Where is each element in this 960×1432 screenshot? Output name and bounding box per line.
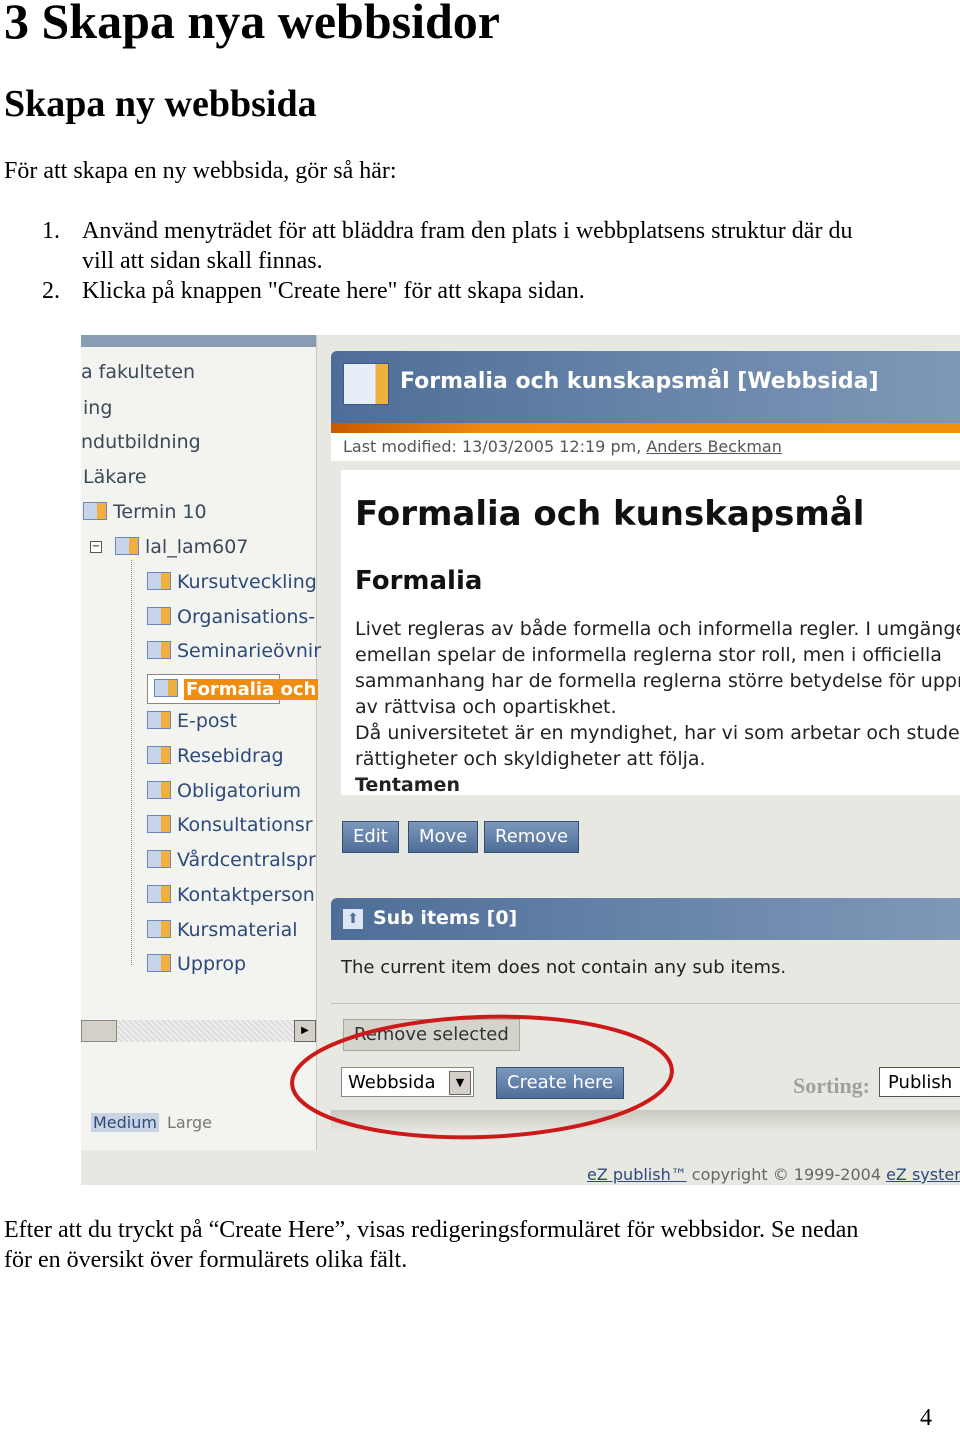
- footer: eZ publish™ copyright © 1999-2004 eZ sys…: [587, 1165, 960, 1184]
- step-text: Klicka på knappen "Create here" för att …: [82, 278, 585, 304]
- tree-item[interactable]: Vårdcentralspr: [147, 848, 316, 872]
- up-arrow-icon: ⬆: [343, 909, 363, 929]
- tree-line: [131, 560, 132, 965]
- content-body: Livet regleras av både formella och info…: [355, 618, 960, 795]
- tree-item[interactable]: Upprop: [147, 952, 246, 976]
- tree-item[interactable]: Resebidrag: [147, 744, 284, 768]
- content-preview: Formalia och kunskapsmål Formalia Livet …: [341, 470, 960, 795]
- tree-item[interactable]: Termin 10: [83, 500, 207, 524]
- outro-text: för en översikt över formulärets olika f…: [4, 1247, 408, 1273]
- step-number: 2.: [42, 278, 60, 304]
- move-button[interactable]: Move: [408, 821, 479, 853]
- chapter-heading: 3 Skapa nya webbsidor: [4, 0, 500, 49]
- tree-panel-header: [81, 335, 316, 347]
- scrollbar-thumb[interactable]: [81, 1020, 117, 1042]
- tree-item[interactable]: lal_lam607: [115, 535, 248, 559]
- tree-item[interactable]: Seminarieövnir: [147, 639, 321, 663]
- ez-systems-link[interactable]: eZ system: [886, 1165, 960, 1184]
- page-title: Formalia och kunskapsmål [Webbsida]: [400, 369, 879, 394]
- tree-item[interactable]: ing: [83, 396, 112, 420]
- page-header: Formalia och kunskapsmål [Webbsida]: [331, 351, 960, 425]
- highlight-ellipse: [290, 1014, 674, 1140]
- sorting-label: Sorting:: [793, 1073, 870, 1098]
- webpage-icon: [115, 537, 139, 555]
- size-medium-link[interactable]: Medium: [91, 1113, 159, 1132]
- page-number: 4: [920, 1405, 932, 1431]
- edit-button[interactable]: Edit: [342, 821, 399, 853]
- tree-item[interactable]: Kursutveckling: [147, 570, 317, 594]
- tree-item[interactable]: Organisations-: [147, 605, 315, 629]
- webpage-icon: [147, 641, 171, 659]
- tree-item[interactable]: E-post: [147, 709, 237, 733]
- webpage-icon: [147, 920, 171, 938]
- sub-items-text: The current item does not contain any su…: [341, 957, 787, 978]
- webpage-icon: [147, 711, 171, 729]
- divider: [331, 1003, 960, 1004]
- webpage-icon: [343, 363, 389, 405]
- webpage-icon: [147, 746, 171, 764]
- author-link[interactable]: Anders Beckman: [646, 437, 782, 456]
- webpage-icon: [147, 815, 171, 833]
- outro-text: Efter att du tryckt på “Create Here”, vi…: [4, 1217, 859, 1243]
- size-large-link[interactable]: Large: [167, 1113, 212, 1132]
- tree-item[interactable]: a fakulteten: [81, 360, 195, 384]
- content-subtitle: Formalia: [355, 566, 483, 596]
- sub-items-header: ⬆ Sub items [0]: [331, 898, 960, 940]
- content-title: Formalia och kunskapsmål: [355, 494, 865, 534]
- remove-button[interactable]: Remove: [484, 821, 580, 853]
- section-heading: Skapa ny webbsida: [4, 83, 317, 125]
- step-text: Använd menyträdet för att bläddra fram d…: [82, 218, 853, 244]
- tree-item[interactable]: ndutbildning: [81, 430, 201, 454]
- tree-item[interactable]: Obligatorium: [147, 779, 301, 803]
- tree-item[interactable]: Kursmaterial: [147, 918, 298, 942]
- step-text: vill att sidan skall finnas.: [82, 248, 323, 274]
- tree-item[interactable]: Kontaktperson: [147, 883, 315, 907]
- collapse-icon[interactable]: −: [90, 541, 102, 553]
- intro-text: För att skapa en ny webbsida, gör så här…: [4, 158, 397, 184]
- webpage-icon: [147, 781, 171, 799]
- webpage-icon: [83, 502, 107, 520]
- ez-publish-link[interactable]: eZ publish™: [587, 1165, 687, 1184]
- ez-publish-screenshot: a fakulteten ing ndutbildning Läkare Ter…: [81, 335, 960, 1185]
- step-number: 1.: [42, 218, 60, 244]
- tree-item[interactable]: Konsultationsr: [147, 813, 313, 837]
- webpage-icon: [147, 850, 171, 868]
- webpage-icon: [147, 885, 171, 903]
- webpage-icon: [147, 607, 171, 625]
- tree-panel: a fakulteten ing ndutbildning Läkare Ter…: [81, 335, 321, 1150]
- tree-item-selected[interactable]: Formalia och: [147, 674, 319, 704]
- header-accent-bar: [331, 423, 960, 433]
- last-modified: Last modified: 13/03/2005 12:19 pm, Ande…: [331, 433, 960, 461]
- sorting-select[interactable]: Publish: [879, 1067, 960, 1097]
- horizontal-scrollbar[interactable]: ▶: [81, 1020, 316, 1042]
- webpage-icon: [154, 679, 178, 697]
- tree-item[interactable]: Läkare: [83, 465, 147, 489]
- webpage-icon: [147, 954, 171, 972]
- webpage-icon: [147, 572, 171, 590]
- font-size-switcher: Medium Large: [91, 1113, 212, 1132]
